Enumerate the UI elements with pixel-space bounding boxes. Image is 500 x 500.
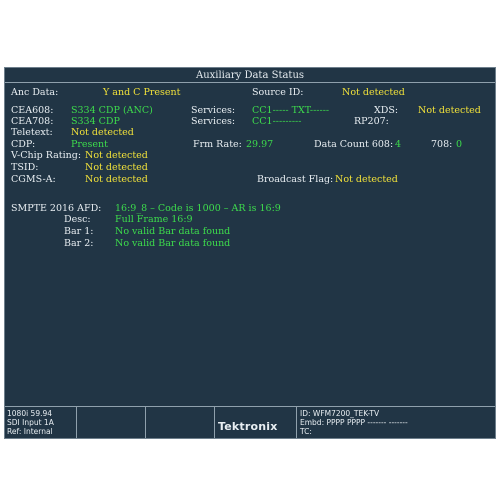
footer-cell-2 — [77, 407, 146, 438]
teletext-value: Not detected — [71, 127, 134, 138]
cea708-value: S334 CDP — [71, 116, 120, 127]
cgms-label: CGMS-A: — [11, 174, 56, 185]
cdp-value: Present — [71, 139, 108, 150]
cea608-value: S334 CDP (ANC) — [71, 105, 153, 116]
tektronix-logo: Tektronix — [218, 420, 278, 433]
ref-readout: Ref: Internal — [7, 427, 53, 436]
services-1-label: Services: — [191, 105, 236, 116]
frm-rate-label: Frm Rate: — [193, 139, 242, 150]
anc-data-label: Anc Data: — [11, 87, 59, 98]
afd-label: SMPTE 2016 AFD: — [11, 203, 102, 214]
tsid-label: TSID: — [11, 162, 39, 173]
xds-label: XDS: — [374, 105, 399, 116]
bar2-value: No valid Bar data found — [115, 238, 231, 249]
footer-input-cell: 1080i 59.94 SDI Input 1A Ref: Internal — [5, 407, 77, 438]
source-id-label: Source ID: — [252, 87, 304, 98]
data-count-608-label: Data Count 608: — [314, 139, 394, 150]
count-708-label: 708: — [431, 139, 453, 150]
cgms-value: Not detected — [85, 174, 148, 185]
vchip-value: Not detected — [85, 150, 148, 161]
broadcast-flag-value: Not detected — [335, 174, 398, 185]
count-708-value: 0 — [456, 139, 463, 150]
teletext-label: Teletext: — [11, 127, 53, 138]
title-bar: Auxiliary Data Status — [5, 68, 495, 83]
id-readout: ID: WFM7200_TEK-TV — [300, 409, 380, 418]
cea708-label: CEA708: — [11, 116, 54, 127]
afd-desc-label: Desc: — [64, 214, 91, 225]
cdp-label: CDP: — [11, 139, 36, 150]
services-1-value: CC1----- TXT------ — [252, 105, 330, 116]
bar1-value: No valid Bar data found — [115, 226, 231, 237]
xds-value: Not detected — [418, 105, 481, 116]
bar1-label: Bar 1: — [64, 226, 94, 237]
status-footer: 1080i 59.94 SDI Input 1A Ref: Internal T… — [5, 406, 495, 438]
services-2-label: Services: — [191, 116, 236, 127]
afd-value: 16:9_8 – Code is 1000 – AR is 16:9 — [115, 203, 281, 214]
rp207-label: RP207: — [354, 116, 389, 127]
cea608-label: CEA608: — [11, 105, 54, 116]
input-readout: SDI Input 1A — [7, 418, 54, 427]
source-id-value: Not detected — [342, 87, 405, 98]
anc-data-value: Y and C Present — [103, 87, 181, 98]
services-2-value: CC1--------- — [252, 116, 302, 127]
vchip-label: V-Chip Rating: — [11, 150, 82, 161]
aux-data-status-screen: Auxiliary Data Status Anc Data: Y and C … — [4, 67, 496, 439]
embd-readout: Embd: PPPP PPPP ------- ------- — [300, 418, 408, 427]
format-readout: 1080i 59.94 — [7, 409, 53, 418]
afd-desc-value: Full Frame 16:9 — [115, 214, 193, 225]
bar2-label: Bar 2: — [64, 238, 94, 249]
footer-cell-3 — [146, 407, 215, 438]
broadcast-flag-label: Broadcast Flag: — [257, 174, 334, 185]
page-title: Auxiliary Data Status — [195, 70, 305, 81]
tsid-value: Not detected — [85, 162, 148, 173]
frm-rate-value: 29.97 — [246, 139, 274, 150]
data-count-608-value: 4 — [395, 139, 402, 150]
tc-readout: TC: — [300, 427, 312, 436]
footer-id-cell: ID: WFM7200_TEK-TV Embd: PPPP PPPP -----… — [296, 407, 495, 438]
